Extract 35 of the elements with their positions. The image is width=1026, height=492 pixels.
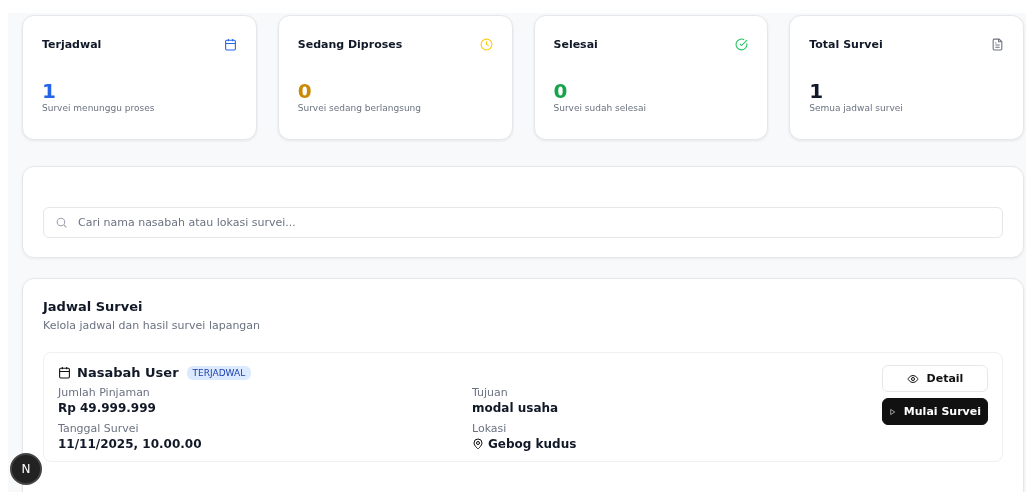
search-icon: [55, 216, 68, 229]
field-value: Rp 49.999.999: [58, 401, 156, 415]
location-pin-icon: [472, 438, 484, 450]
stat-value: 1: [42, 79, 57, 103]
section-title: Jadwal Survei: [43, 299, 144, 314]
customer-name: Nasabah User: [77, 365, 179, 380]
field-label: Tujuan: [472, 386, 509, 399]
field-value: Gebog kudus: [488, 437, 577, 451]
stat-value: 1: [809, 79, 825, 103]
start-survey-button[interactable]: Mulai Survei: [882, 398, 988, 425]
status-badge: TERJADWAL: [186, 365, 252, 380]
stat-caption: Survei sedang berlangsung: [297, 103, 423, 113]
field-label: Tanggal Survei: [58, 422, 140, 435]
detail-button[interactable]: Detail: [882, 365, 988, 392]
stat-value: 0: [553, 79, 569, 103]
stat-value: 0: [297, 79, 313, 103]
stat-caption: Survei sudah selesai: [553, 103, 647, 113]
search-field[interactable]: Cari nama nasabah atau lokasi survei...: [43, 207, 1003, 238]
document-icon: [991, 38, 1004, 51]
field-label: Lokasi: [472, 422, 508, 435]
eye-icon: [906, 372, 919, 385]
field-label: Jumlah Pinjaman: [58, 386, 151, 399]
calendar-icon: [58, 366, 71, 379]
stat-label: Selesai: [553, 38, 598, 51]
field-value: modal usaha: [472, 401, 559, 415]
calendar-icon: [223, 38, 237, 51]
stat-label: Sedang Diproses: [297, 38, 403, 51]
stat-caption: Survei menunggu proses: [42, 103, 156, 113]
stat-label: Total Survei: [809, 38, 883, 51]
stat-label: Terjadwal: [42, 38, 102, 51]
clock-icon: [479, 38, 493, 51]
field-value: 11/11/2025, 10.00.00: [58, 437, 202, 451]
stat-caption: Semua jadwal survei: [809, 103, 904, 113]
check-circle-icon: [735, 38, 749, 51]
section-subtitle: Kelola jadwal dan hasil survei lapangan: [43, 319, 262, 332]
